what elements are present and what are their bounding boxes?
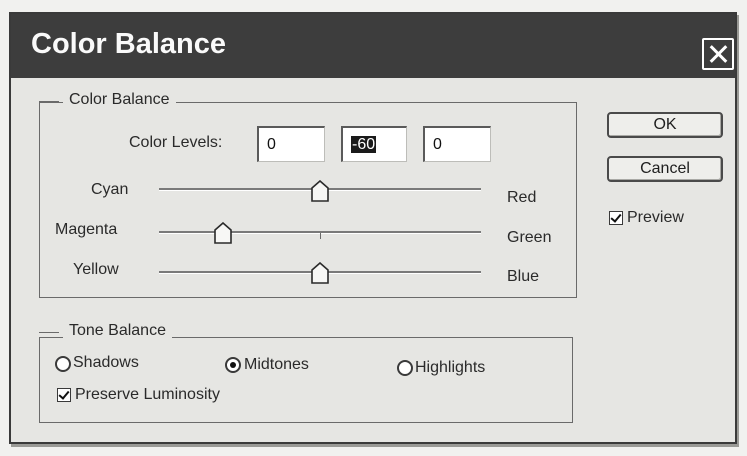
color-level-cyan-red-field[interactable]: 0 [257,126,325,162]
cancel-button[interactable]: Cancel [607,156,723,182]
preserve-luminosity-label[interactable]: Preserve Luminosity [75,386,220,404]
yellow-blue-slider-thumb[interactable] [311,262,329,284]
highlights-label[interactable]: Highlights [415,359,485,377]
close-icon[interactable] [702,38,734,70]
highlights-radio[interactable] [397,360,413,376]
preview-label[interactable]: Preview [627,209,684,227]
title-bar: Color Balance [11,14,735,78]
dialog-title: Color Balance [31,28,226,60]
slider-blue-label: Blue [507,268,540,285]
slider-cyan-label: Cyan [91,181,129,198]
preview-checkbox[interactable] [609,211,623,225]
shadows-radio[interactable] [55,356,71,372]
color-levels-label: Color Levels: [129,134,223,151]
ok-button[interactable]: OK [607,112,723,138]
slider-center-tick [320,233,321,239]
slider-yellow-label: Yellow [73,261,119,278]
shadows-label[interactable]: Shadows [73,354,139,372]
tone-balance-group [39,337,573,423]
slider-magenta-label: Magenta [55,221,118,238]
color-balance-dialog: Color Balance Color Balance Color Levels… [9,12,737,444]
color-level-magenta-green-field[interactable]: -60 [341,126,407,162]
tone-balance-legend: Tone Balance [39,322,172,340]
magenta-green-slider-thumb[interactable] [214,222,233,244]
preserve-luminosity-checkbox[interactable] [57,388,71,402]
midtones-radio[interactable] [225,357,241,373]
midtones-label[interactable]: Midtones [244,356,309,374]
slider-green-label: Green [507,229,552,246]
color-level-yellow-blue-field[interactable]: 0 [423,126,491,162]
slider-red-label: Red [507,189,537,206]
color-balance-legend: Color Balance [39,91,176,109]
cyan-red-slider-thumb[interactable] [311,180,329,202]
